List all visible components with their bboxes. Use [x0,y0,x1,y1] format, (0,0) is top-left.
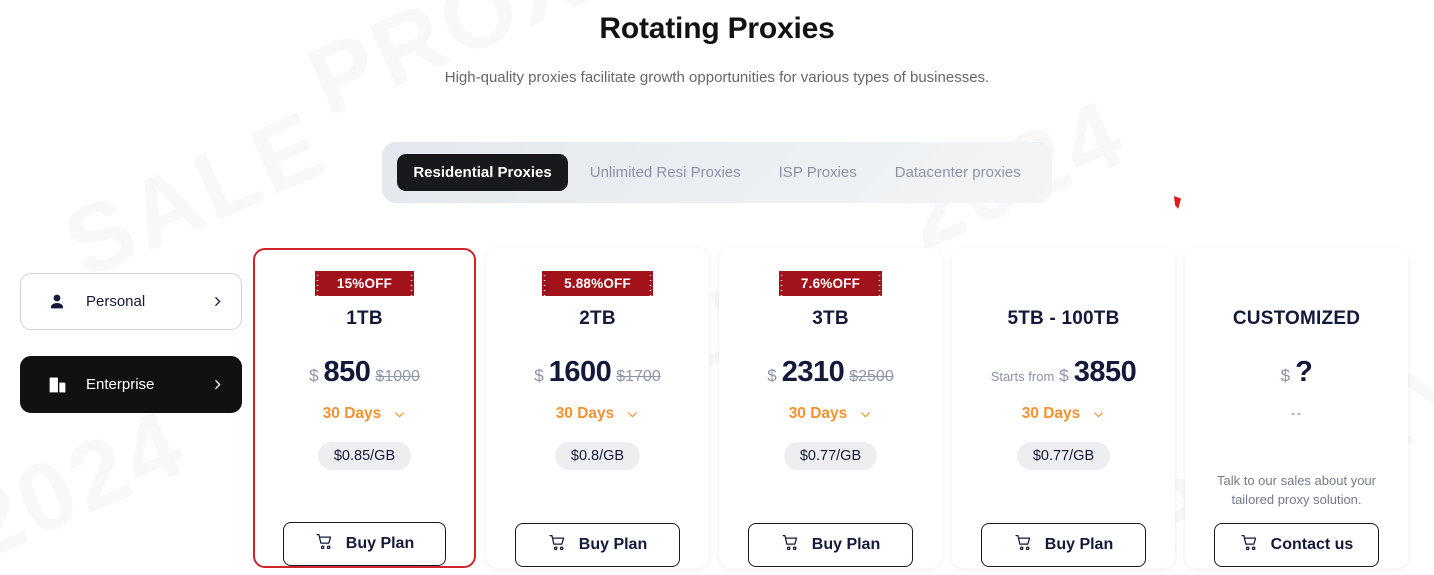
per-gb-rate: $0.77/GB [783,442,878,470]
person-icon [46,291,68,313]
per-gb-rate: $0.77/GB [1016,442,1111,470]
discount-badge: 7.6%OFF [783,271,883,296]
pricing-content: Personal Enterprise 15%OFF 1TB $850 $1000 30 … [0,248,1434,568]
term-label: -- [1290,405,1303,422]
plan-name: 5TB - 100TB [1007,308,1120,329]
discount-badge-slot [1200,271,1393,298]
term-dropdown[interactable]: 30 Days [501,405,694,423]
sidebar-item-label: Enterprise [86,376,155,393]
buy-plan-button[interactable]: Buy Plan [981,523,1146,567]
price-value: 850 [323,356,371,388]
price-row: $? [1200,356,1393,390]
buy-plan-button[interactable]: Buy Plan [283,522,446,566]
pricing-cards: 15%OFF 1TB $850 $1000 30 Days $0.85/GB Buy Pla… [253,248,1414,568]
term-dropdown: -- [1200,405,1393,422]
price-prefix: Starts from [990,369,1055,384]
rate-slot: $0.77/GB [967,442,1160,470]
plan-name: 2TB [579,308,616,329]
rate-slot: $0.77/GB [734,442,927,470]
currency-symbol: $ [1280,366,1291,385]
per-gb-rate: $0.8/GB [554,442,641,470]
page-header: Rotating Proxies High-quality proxies fa… [0,0,1434,86]
buy-plan-button[interactable]: Buy Plan [515,523,680,567]
currency-symbol: $ [1059,366,1069,385]
buy-plan-button[interactable]: Buy Plan [748,523,913,567]
discount-badge-slot: 15%OFF [269,271,460,298]
pricing-card[interactable]: 5TB - 100TB Starts from $3850 30 Days $0.77/… [952,248,1175,568]
tabbar-wrapper: Residential Proxies Unlimited Resi Proxie… [0,142,1434,203]
plan-name: CUSTOMIZED [1232,308,1361,329]
currency-symbol: $ [767,366,777,385]
term-label: 30 Days [322,405,382,422]
cart-icon [1014,533,1034,558]
discount-badge: 5.88%OFF [547,271,653,296]
discount-badge-slot: 5.88%OFF [501,271,694,298]
sidebar-item-enterprise[interactable]: Enterprise [20,356,242,413]
discount-badge-slot: 7.6%OFF [734,271,927,298]
page-title: Rotating Proxies [599,12,835,45]
plan-name: 3TB [812,308,849,329]
building-icon [46,374,68,396]
page-subtitle: High-quality proxies facilitate growth o… [444,69,990,86]
price-row: $1600 $1700 [501,356,694,390]
chevron-down-icon[interactable] [626,408,639,421]
per-gb-rate: $0.85/GB [317,442,412,470]
term-label: 30 Days [1021,405,1081,422]
term-label: 30 Days [555,405,615,422]
chevron-down-icon[interactable] [859,408,872,421]
price-value: 2310 [781,356,845,388]
chevron-right-icon [210,378,224,392]
contact-us-button[interactable]: Contact us [1214,523,1379,567]
price-row: Starts from $3850 [967,356,1160,390]
tab-residential-proxies[interactable]: Residential Proxies [397,154,568,191]
pricing-page: Rotating Proxies High-quality proxies fa… [0,0,1434,575]
term-dropdown[interactable]: 30 Days [734,405,927,423]
cta-label: Contact us [1270,536,1354,553]
cart-icon [315,532,335,557]
cart-icon [548,533,568,558]
tab-isp-proxies[interactable]: ISP Proxies [763,154,873,191]
chevron-down-icon[interactable] [393,408,406,421]
currency-symbol: $ [309,366,319,385]
original-price: $2500 [849,368,894,385]
proxy-type-tabbar: Residential Proxies Unlimited Resi Proxie… [382,142,1052,203]
cart-icon [781,533,801,558]
original-price: $1000 [375,368,420,385]
discount-badge: 15%OFF [319,271,415,296]
price-value: ? [1295,356,1313,388]
account-type-sidebar: Personal Enterprise [20,248,242,413]
rate-slot [1200,441,1393,469]
plan-description: Talk to our sales about your tailored pr… [1217,473,1376,507]
currency-symbol: $ [534,366,544,385]
cta-label: Buy Plan [345,535,415,552]
rate-slot: $0.85/GB [269,442,460,470]
cart-icon [1240,533,1260,558]
price-value: 3850 [1073,356,1137,388]
discount-badge-slot [967,271,1160,298]
pricing-card[interactable]: CUSTOMIZED $? -- Talk to our sales about yo… [1185,248,1408,568]
tab-unlimited-resi-proxies[interactable]: Unlimited Resi Proxies [574,154,757,191]
cta-label: Buy Plan [578,536,648,553]
cta-label: Buy Plan [1044,536,1114,553]
chevron-down-icon[interactable] [1092,408,1105,421]
term-dropdown[interactable]: 30 Days [967,405,1160,423]
original-price: $1700 [616,368,661,385]
tab-datacenter-proxies[interactable]: Datacenter proxies [879,154,1037,191]
price-row: $2310 $2500 [734,356,927,390]
term-dropdown[interactable]: 30 Days [269,405,460,423]
pricing-card[interactable]: 5.88%OFF 2TB $1600 $1700 30 Days $0.8/GB Buy P… [486,248,709,568]
cta-label: Buy Plan [811,536,881,553]
chevron-right-icon [210,295,224,309]
price-value: 1600 [548,356,612,388]
sidebar-item-personal[interactable]: Personal [20,273,242,330]
plan-name: 1TB [346,308,383,329]
price-row: $850 $1000 [269,356,460,390]
sidebar-item-label: Personal [86,293,146,310]
pricing-card[interactable]: 15%OFF 1TB $850 $1000 30 Days $0.85/GB Buy Pla… [253,248,476,568]
rate-slot: $0.8/GB [501,442,694,470]
term-label: 30 Days [788,405,848,422]
pricing-card[interactable]: 7.6%OFF 3TB $2310 $2500 30 Days $0.77/GB Buy P… [719,248,942,568]
